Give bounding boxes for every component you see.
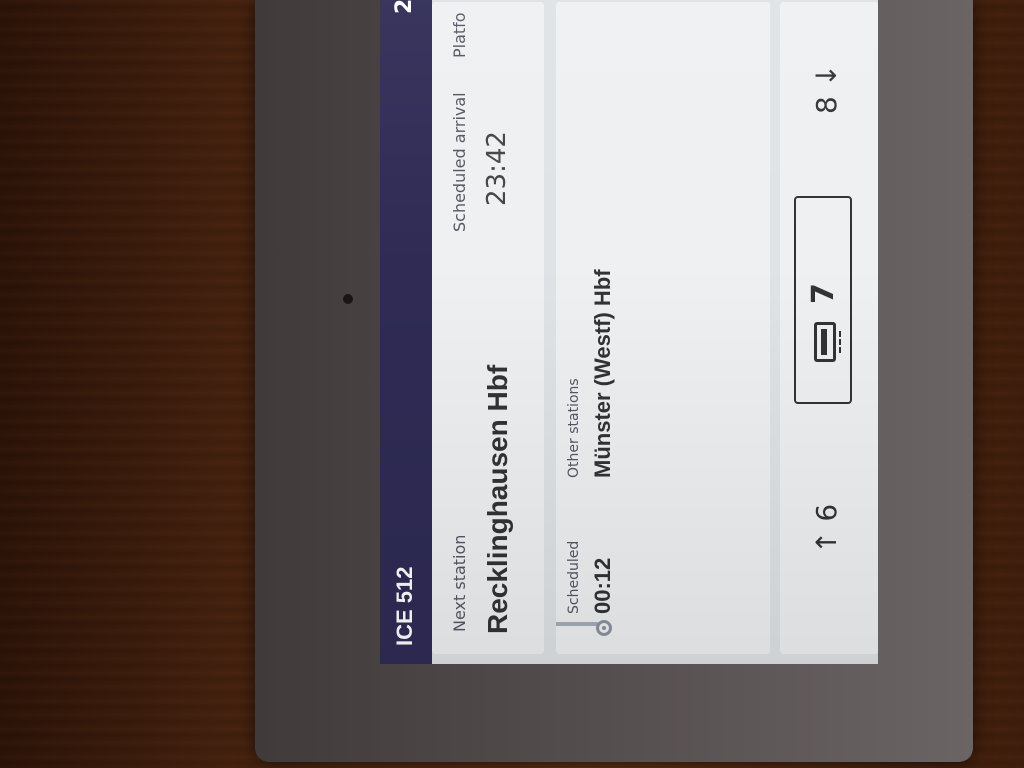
camera-icon [343, 294, 353, 304]
passenger-info-display: ICE 512 23 Next station Recklinghausen H… [380, 0, 878, 664]
next-coach-button[interactable]: 8 ↓ [810, 64, 843, 114]
current-coach-button[interactable]: 7 [794, 196, 852, 404]
coach-navigation: ↑ 6 7 8 ↓ [780, 2, 878, 654]
scheduled-arrival-label: Scheduled arrival [450, 92, 469, 232]
next-station-name: Recklinghausen Hbf [482, 364, 513, 634]
header-time: 23 [392, 0, 417, 14]
other-station-time: 00:12 [590, 557, 615, 614]
next-station-card[interactable]: Next station Recklinghausen Hbf Schedule… [432, 2, 544, 654]
previous-coach-button[interactable]: ↑ 6 [810, 504, 843, 554]
coach-icon [814, 322, 836, 362]
other-stations-label: Other stations [566, 378, 582, 478]
current-coach-number: 7 [806, 283, 841, 304]
scheduled-arrival-time: 23:42 [482, 131, 512, 206]
route-timeline [556, 622, 598, 626]
train-name: ICE 512 [392, 566, 417, 647]
other-stations-card[interactable]: Scheduled 00:12 Other stations Münster (… [556, 2, 770, 654]
info-screen: ICE 512 23 Next station Recklinghausen H… [380, 0, 878, 664]
next-station-label: Next station [450, 534, 469, 632]
station-dot-icon [596, 620, 612, 636]
platform-label: Platfo [450, 12, 469, 58]
other-station-name: Münster (Westf) Hbf [590, 269, 615, 478]
scheduled-label: Scheduled [566, 540, 582, 614]
title-bar: ICE 512 23 [380, 0, 432, 664]
